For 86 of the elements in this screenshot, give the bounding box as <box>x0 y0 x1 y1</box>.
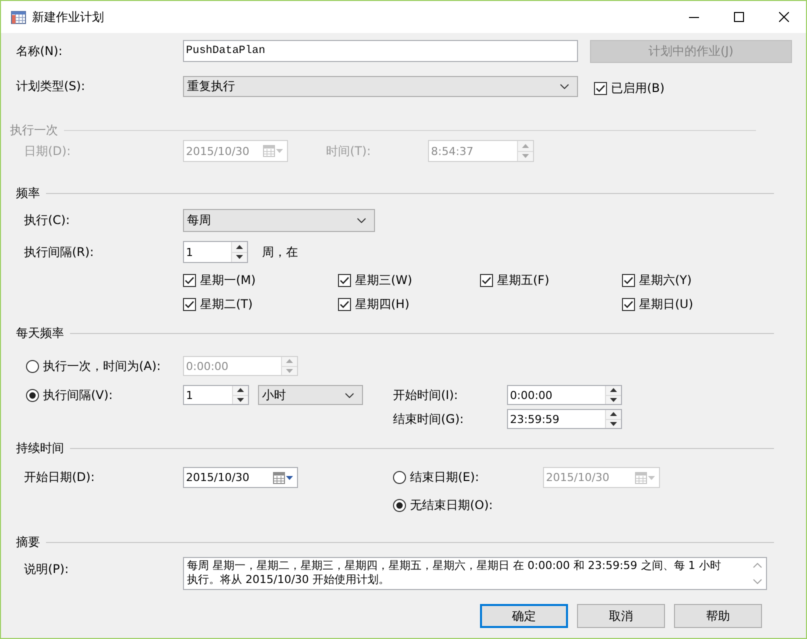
radio-label[interactable]: 无结束日期(O): <box>410 497 493 514</box>
checkbox[interactable] <box>338 298 351 310</box>
name-label: 名称(N): <box>16 42 64 60</box>
table-icon <box>11 10 26 24</box>
spin-up-button[interactable] <box>606 386 621 394</box>
checkbox[interactable] <box>183 298 196 310</box>
chevron-down-icon <box>357 218 366 223</box>
caret-down-icon <box>286 476 293 480</box>
time-spinner[interactable]: 23:59:59 <box>507 409 622 429</box>
cancel-button[interactable]: 取消 <box>577 604 665 628</box>
recur-spinner[interactable]: 1 <box>183 241 248 263</box>
down-arrow-icon <box>237 398 244 402</box>
checkbox-label[interactable]: 星期六(Y) <box>639 272 692 288</box>
radio-label[interactable]: 执行间隔(V): <box>43 386 113 404</box>
date-picker[interactable]: 2015/10/30 <box>183 467 298 488</box>
checkbox[interactable] <box>622 298 635 310</box>
spin-up-button[interactable] <box>232 242 247 252</box>
down-arrow-icon <box>610 398 617 402</box>
checkbox-label[interactable]: 星期日(U) <box>639 296 694 312</box>
maximize-icon <box>734 12 744 22</box>
calendar-icon <box>263 145 275 157</box>
occurs-label: 执行(C): <box>24 212 71 229</box>
down-arrow-icon <box>610 422 617 426</box>
chevron-up-icon <box>753 563 762 568</box>
checkbox[interactable] <box>338 274 351 286</box>
radio-button[interactable] <box>393 471 406 484</box>
caret-down-icon <box>276 149 283 153</box>
checkbox-label[interactable]: 星期三(W) <box>355 272 412 288</box>
chevron-down-icon <box>345 392 354 398</box>
checkbox[interactable] <box>594 82 607 95</box>
section-title: 摘要 <box>16 534 40 550</box>
start-date-label: 开始日期(D): <box>24 469 96 486</box>
up-arrow-icon <box>237 388 244 392</box>
down-arrow-icon <box>286 368 293 373</box>
date-label: 日期(D): <box>24 142 72 160</box>
radio-label[interactable]: 结束日期(E): <box>410 469 479 486</box>
up-arrow-icon <box>610 412 617 416</box>
recur-label: 执行间隔(R): <box>24 244 95 260</box>
checkbox[interactable] <box>480 274 493 286</box>
calendar-icon <box>273 472 285 484</box>
name-field[interactable]: PushDataPlan <box>183 40 578 62</box>
section-title: 持续时间 <box>16 440 64 456</box>
radio-button[interactable] <box>393 499 406 512</box>
end-time-label: 结束时间(G): <box>393 410 465 428</box>
radio-label[interactable]: 执行一次，时间为(A): <box>43 358 161 374</box>
down-arrow-icon <box>236 255 243 260</box>
down-arrow-icon <box>522 154 529 158</box>
section-title: 每天频率 <box>16 324 64 342</box>
unit-dropdown[interactable]: 小时 <box>258 385 363 405</box>
chevron-down-icon <box>753 579 762 584</box>
checkbox-label[interactable]: 星期一(M) <box>200 272 256 288</box>
schedule-type-label: 计划类型(S): <box>16 78 86 94</box>
radio-button[interactable] <box>26 360 39 372</box>
up-arrow-icon <box>522 144 529 148</box>
section-title: 频率 <box>16 184 40 202</box>
caret-down-icon <box>648 476 655 480</box>
spin-down-button[interactable] <box>232 252 247 262</box>
chevron-down-icon <box>560 84 569 88</box>
calendar-icon <box>635 472 647 484</box>
time-label: 时间(T): <box>326 142 372 160</box>
checkbox-label[interactable]: 星期五(F) <box>497 272 550 288</box>
occurs-dropdown[interactable]: 每周 <box>183 209 375 232</box>
description-label: 说明(P): <box>24 561 70 578</box>
start-time-label: 开始时间(I): <box>393 386 459 404</box>
up-arrow-icon <box>286 359 293 364</box>
checkbox-label[interactable]: 星期四(H) <box>355 296 410 312</box>
interval-spinner[interactable]: 1 <box>183 385 249 405</box>
up-arrow-icon <box>236 244 243 249</box>
recur-unit-label: 周，在 <box>262 244 298 260</box>
schedule-type-dropdown[interactable]: 重复执行 <box>183 76 578 96</box>
checkbox-label[interactable]: 已启用(B) <box>611 80 665 97</box>
checkbox[interactable] <box>183 274 196 286</box>
close-icon <box>778 12 788 22</box>
spin-up-button[interactable] <box>233 386 248 394</box>
up-arrow-icon <box>610 388 617 392</box>
minimize-icon <box>688 16 698 18</box>
ok-button[interactable]: 确定 <box>480 604 568 628</box>
radio-button[interactable] <box>26 388 39 402</box>
help-button[interactable]: 帮助 <box>674 604 762 628</box>
window-title: 新建作业计划 <box>32 8 104 26</box>
spin-up-button[interactable] <box>606 410 621 418</box>
checkbox[interactable] <box>622 274 635 286</box>
checkbox-label[interactable]: 星期二(T) <box>200 296 253 312</box>
section-title: 执行一次 <box>10 122 58 138</box>
time-spinner[interactable]: 0:00:00 <box>507 385 622 405</box>
description-field[interactable]: 每周 星期一，星期二，星期三，星期四，星期五，星期六，星期日 在 0:00:00 和 23:59:59 之间、每 1 小时执行。将从 2015/10/30 开始使用计划。 <box>183 557 767 590</box>
